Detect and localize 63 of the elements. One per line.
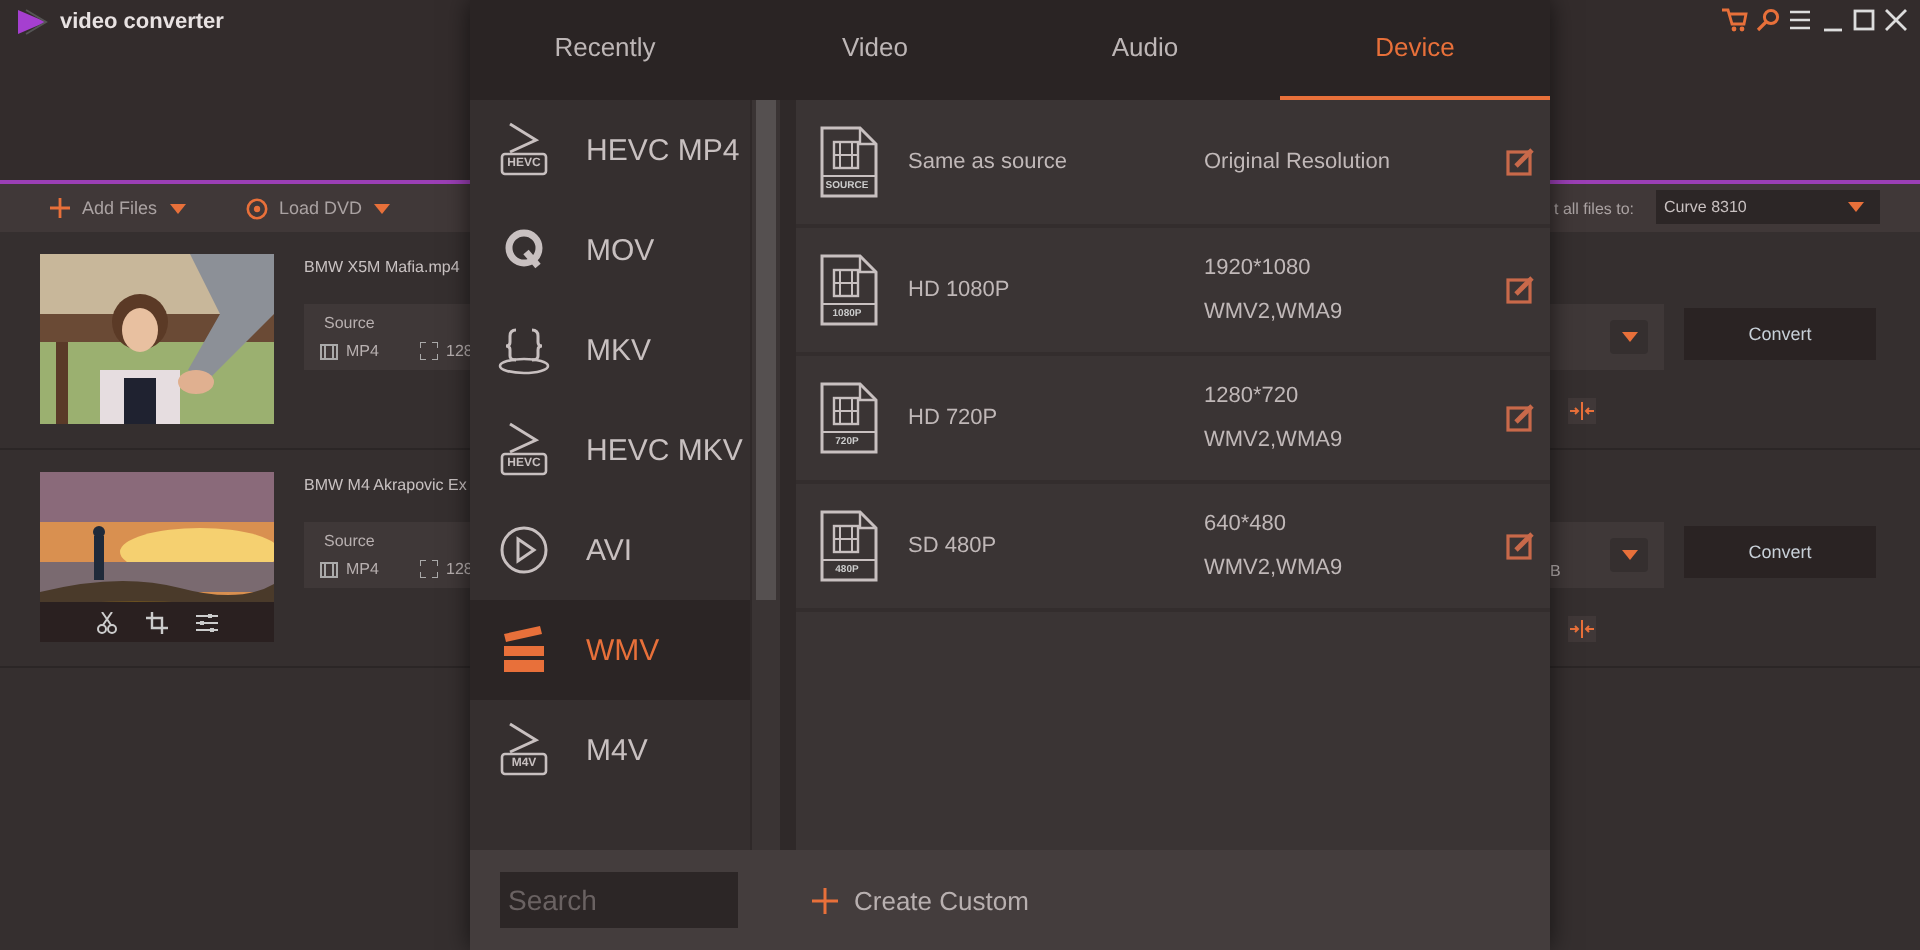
target-format-dropdown[interactable]: Curve 8310	[1656, 190, 1880, 224]
convert-button[interactable]: Convert	[1684, 526, 1876, 578]
tab[interactable]: Audio	[1010, 0, 1280, 100]
menu-icon[interactable]	[1788, 8, 1812, 32]
disc-icon	[245, 197, 268, 219]
format-list-item[interactable]: WMV	[470, 600, 750, 700]
split-icon[interactable]	[1568, 616, 1596, 642]
plus-icon	[812, 887, 838, 913]
edit-icon[interactable]	[1506, 404, 1534, 432]
preset-detail: 1920*1080	[1204, 256, 1313, 280]
format-text: MP4	[346, 342, 379, 360]
split-icon[interactable]	[1568, 398, 1596, 424]
play-circle-icon	[496, 522, 552, 578]
source-label: Source	[324, 314, 375, 332]
edit-icon[interactable]	[1506, 532, 1534, 560]
convert-button[interactable]: Convert	[1684, 308, 1876, 360]
file-name: BMW X5M Mafia.mp4	[304, 258, 460, 276]
create-custom-button[interactable]: Create Custom	[812, 885, 1029, 915]
source-label: Source	[324, 532, 375, 550]
caret-icon	[1848, 202, 1864, 212]
crop-icon[interactable]	[146, 611, 168, 633]
preset-name: SD 480P	[908, 534, 997, 558]
edit-icon[interactable]	[1506, 148, 1534, 176]
edit-icon[interactable]	[1506, 276, 1534, 304]
caret-icon	[374, 203, 391, 213]
scrollbar[interactable]	[752, 100, 780, 850]
app-logo-icon	[16, 8, 48, 36]
resolution-icon	[420, 560, 438, 578]
caret-icon[interactable]	[1621, 332, 1637, 342]
maximize-icon[interactable]	[1852, 8, 1876, 32]
film-icon	[320, 343, 338, 359]
key-icon[interactable]	[1756, 8, 1780, 32]
caret-icon[interactable]	[1621, 550, 1637, 560]
preset-name: HD 720P	[908, 406, 998, 430]
tab[interactable]: Video	[740, 0, 1010, 100]
film-icon	[320, 561, 338, 577]
app-title: video converter	[60, 10, 224, 34]
preset-detail: 640*480	[1204, 512, 1288, 536]
format-list-item[interactable]: MKV	[470, 300, 750, 400]
close-icon[interactable]	[1884, 8, 1908, 32]
resolution-icon	[420, 342, 438, 360]
load-dvd-button[interactable]: Load DVD	[245, 197, 391, 219]
convert-all-label: t all files to:	[1554, 199, 1635, 217]
search-field[interactable]: Search	[500, 872, 738, 928]
format-text: MP4	[346, 560, 379, 578]
preset-detail: WMV2,WMA9	[1204, 428, 1343, 452]
output-info-text: B	[1550, 562, 1561, 580]
preset-detail: WMV2,WMA9	[1204, 300, 1343, 324]
effects-icon[interactable]	[196, 611, 218, 633]
scissors-icon[interactable]	[96, 611, 118, 633]
preset-detail: 1280*720	[1204, 384, 1301, 408]
add-files-button[interactable]: Add Files	[50, 198, 186, 218]
format-list-item[interactable]: MOV	[470, 200, 750, 300]
cart-icon[interactable]	[1722, 8, 1748, 32]
format-list-item[interactable]: AVI	[470, 500, 750, 600]
preset-detail: Original Resolution	[1204, 150, 1390, 174]
preset-name: HD 1080P	[908, 278, 1010, 302]
plus-icon	[50, 198, 70, 218]
file-name: BMW M4 Akrapovic Ex	[304, 476, 467, 494]
preset-name: Same as source	[908, 150, 1067, 174]
caret-icon	[169, 203, 186, 213]
preset-detail: WMV2,WMA9	[1204, 556, 1343, 580]
tab[interactable]: Recently	[470, 0, 740, 100]
